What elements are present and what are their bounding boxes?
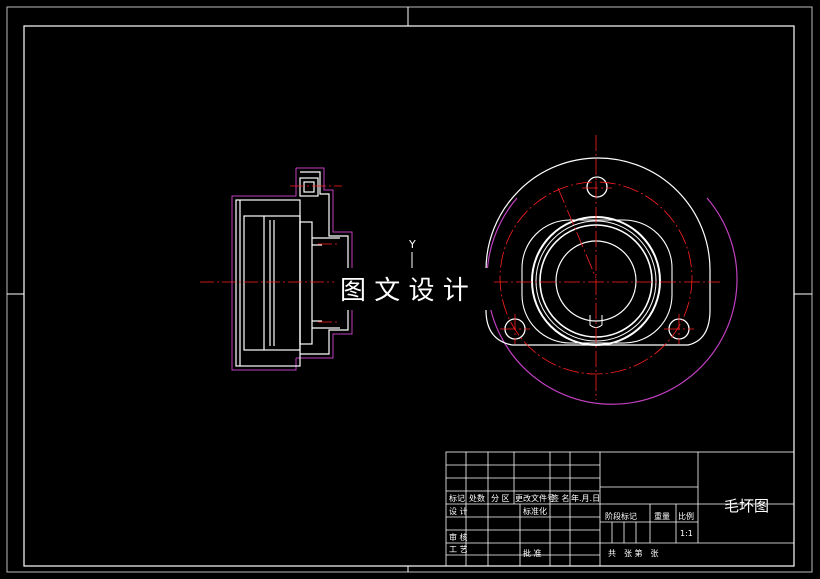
title-block-count: 处数 xyxy=(469,493,485,503)
y-axis-label: Y xyxy=(408,238,416,251)
title-block-review: 审 核 xyxy=(449,532,468,542)
title-block-approve: 批 准 xyxy=(523,548,542,558)
title-block-stage-mark: 阶段标记 xyxy=(605,511,637,521)
title-block-zone: 分 区 xyxy=(491,494,510,503)
title-block-scale-value: 1:1 xyxy=(680,529,693,538)
cad-drawing-canvas: Y 图 文 设 计 标记 处数 分 区 更改文件号 签 名 年.月.日 设 计 … xyxy=(6,6,813,573)
title-block-sheets: 共 张 第 张 xyxy=(608,548,659,558)
title-block-change-doc: 更改文件号 xyxy=(515,493,555,503)
title-block-mark: 标记 xyxy=(449,493,465,503)
title-block-process: 工 艺 xyxy=(449,545,468,554)
title-block-scale: 比例 xyxy=(678,511,694,521)
drawing-title: 毛坏图 xyxy=(724,497,769,515)
watermark: 图 文 设 计 xyxy=(340,276,469,306)
title-block-standardization: 标准化 xyxy=(523,506,547,516)
title-block-date: 年.月.日 xyxy=(571,493,600,503)
front-view xyxy=(468,135,738,405)
title-block-design: 设 计 xyxy=(449,506,468,516)
title-block-weight: 重量 xyxy=(654,511,670,521)
title-block-signature: 签 名 xyxy=(551,493,570,503)
